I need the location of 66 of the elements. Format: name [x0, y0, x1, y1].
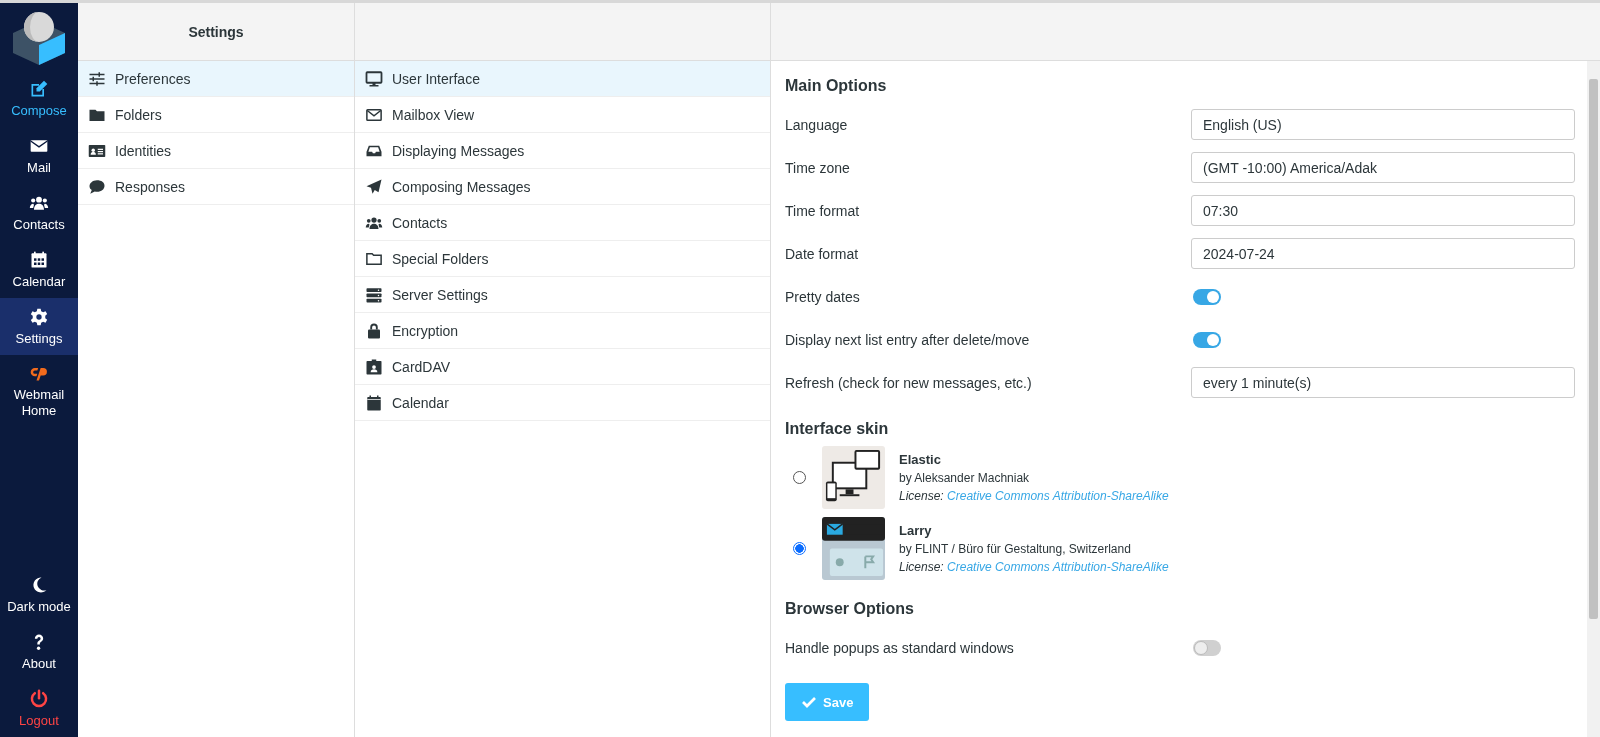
preferences-category-item[interactable]: Identities [78, 133, 354, 169]
section-item[interactable]: Encryption [355, 313, 770, 349]
section-item[interactable]: User Interface [355, 61, 770, 97]
section-item[interactable]: Special Folders [355, 241, 770, 277]
field-label: Pretty dates [785, 288, 861, 305]
select-field[interactable]: (GMT -10:00) America/Adak [1191, 152, 1575, 183]
nav-icon [29, 307, 49, 328]
select-field[interactable]: English (US) [1191, 109, 1575, 140]
field-label: Time zone [785, 159, 851, 176]
nav-item[interactable]: Logout [0, 680, 78, 737]
preferences-category-item[interactable]: Responses [78, 169, 354, 205]
nav-icon [29, 79, 49, 100]
skin-thumbnail [822, 446, 885, 509]
category-icon [88, 69, 106, 88]
field-label: Display next list entry after delete/move [785, 331, 1031, 348]
section-item[interactable]: Mailbox View [355, 97, 770, 133]
select-field[interactable]: every 1 minute(s) [1191, 367, 1575, 398]
section-item[interactable]: Displaying Messages [355, 133, 770, 169]
section-item[interactable]: Calendar [355, 385, 770, 421]
toggle-switch[interactable] [1193, 331, 1221, 348]
section-heading: Interface skin [785, 420, 890, 438]
skin-author: by Aleksander Machniak [899, 471, 1031, 485]
nav-item[interactable]: Calendar [0, 241, 78, 298]
category-icon [88, 177, 106, 196]
check-icon [801, 694, 817, 710]
section-icon [365, 393, 383, 412]
section-icon [365, 69, 383, 88]
nav-item[interactable]: Compose [0, 70, 78, 127]
field-label: Refresh (check for new messages, etc.) [785, 374, 1033, 391]
radio-button[interactable] [793, 542, 806, 555]
license-label: License: [899, 489, 944, 503]
section-heading: Main Options [785, 77, 888, 95]
section-icon [365, 285, 383, 304]
section-item[interactable]: Contacts [355, 205, 770, 241]
skin-thumbnail [822, 517, 885, 580]
section-item[interactable]: Server Settings [355, 277, 770, 313]
section-icon [365, 177, 383, 196]
preferences-category-item[interactable]: Preferences [78, 61, 354, 97]
field-label: Time format [785, 202, 861, 219]
toggle-switch[interactable] [1193, 639, 1221, 656]
nav-icon [29, 250, 49, 271]
nav-item[interactable]: Webmail Home [0, 355, 78, 426]
select-field[interactable]: 2024-07-24 [1191, 238, 1575, 269]
select-field[interactable]: 07:30 [1191, 195, 1575, 226]
nav-item[interactable]: About [0, 623, 78, 680]
nav-item[interactable]: Mail [0, 127, 78, 184]
section-heading: Browser Options [785, 600, 915, 618]
nav-item[interactable]: Dark mode [0, 566, 78, 623]
section-icon [365, 321, 383, 340]
license-label: License: [899, 560, 944, 574]
nav-item[interactable]: Contacts [0, 184, 78, 241]
skin-name: Larry [899, 523, 933, 538]
preferences-category-item[interactable]: Folders [78, 97, 354, 133]
section-icon [365, 357, 383, 376]
toggle-switch[interactable] [1193, 288, 1221, 305]
skin-name: Elastic [899, 452, 942, 467]
section-item[interactable]: CardDAV [355, 349, 770, 385]
nav-icon [29, 689, 49, 710]
field-label: Language [785, 116, 849, 133]
nav-item[interactable]: Settings [0, 298, 78, 355]
section-item[interactable]: Composing Messages [355, 169, 770, 205]
skin-author: by FLINT / Büro für Gestaltung, Switzerland [899, 542, 1132, 556]
scrollbar[interactable] [1587, 61, 1600, 737]
column-title: Settings [188, 23, 244, 40]
field-label: Date format [785, 245, 860, 262]
field-label: Handle popups as standard windows [785, 639, 1015, 656]
